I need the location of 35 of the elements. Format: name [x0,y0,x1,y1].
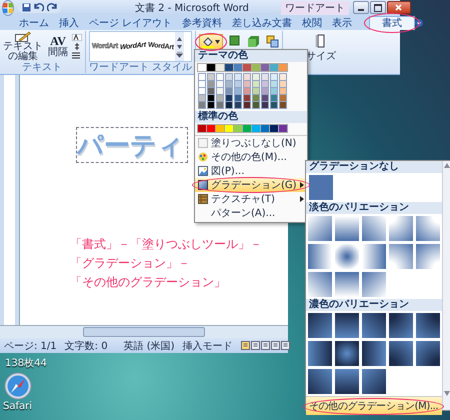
desktop-caption: 138枚44 [5,356,47,370]
context-label: ワードアート [280,0,349,14]
window-title: 文書 2 - Microsoft Word [135,2,249,14]
ribbon-tab[interactable]: 参考資料 [177,17,228,30]
ribbon-tab[interactable]: 挿入 [54,17,84,30]
ribbon-tab[interactable]: 差し込み文書 [227,17,298,30]
menu-header: 標準の色 [195,111,307,123]
ribbon-tab[interactable]: ページ レイアウト [84,17,178,30]
menu-item[interactable]: 塗りつぶしなし(N) [195,136,307,150]
status-text: 挿入モード [182,340,233,352]
ribbon-tab[interactable]: 校閲 [297,17,328,30]
menu-item[interactable]: その他の色(M)... [195,150,307,164]
annotation-text: 「書式」－「塗りつぶしツール」－ [70,236,263,253]
spacing-button[interactable]: AV 間隔 [46,35,70,58]
status-text: ページ: 1/1 [4,340,57,352]
annotation-text: 「グラデーション」－ [70,255,191,272]
section-header: グラデーションなし [306,161,442,173]
edit-text-button[interactable]: テキストの編集 [2,31,44,62]
group-label: ワードアート スタイル [89,62,192,73]
menu-item[interactable]: 図(P)... [195,164,307,178]
section-header: 濃色のバリエーション [306,299,442,311]
status-text: 英語 (米国) [124,340,175,352]
menu-item[interactable]: グラデーション(G) [195,178,307,192]
menu-header: テーマの色 [195,50,307,62]
more-gradients-item[interactable]: その他のグラデーション(M)... [306,396,442,415]
ribbon-tab[interactable]: 書式 [369,16,416,30]
desktop-icon-label[interactable]: Safari [3,401,32,412]
section-header: 淡色のバリエーション [306,202,442,214]
ribbon-tab[interactable]: 表示 [327,17,358,30]
annotation-text: 「その他のグラデーション」 [70,274,227,291]
menu-item[interactable]: テクスチャ(T) [195,192,307,206]
group-label: テキスト [21,62,63,73]
menu-item[interactable]: パターン(A)... [195,206,307,220]
status-text: 文字数: 0 [64,340,108,352]
ribbon-tab[interactable]: ホーム [14,17,54,30]
